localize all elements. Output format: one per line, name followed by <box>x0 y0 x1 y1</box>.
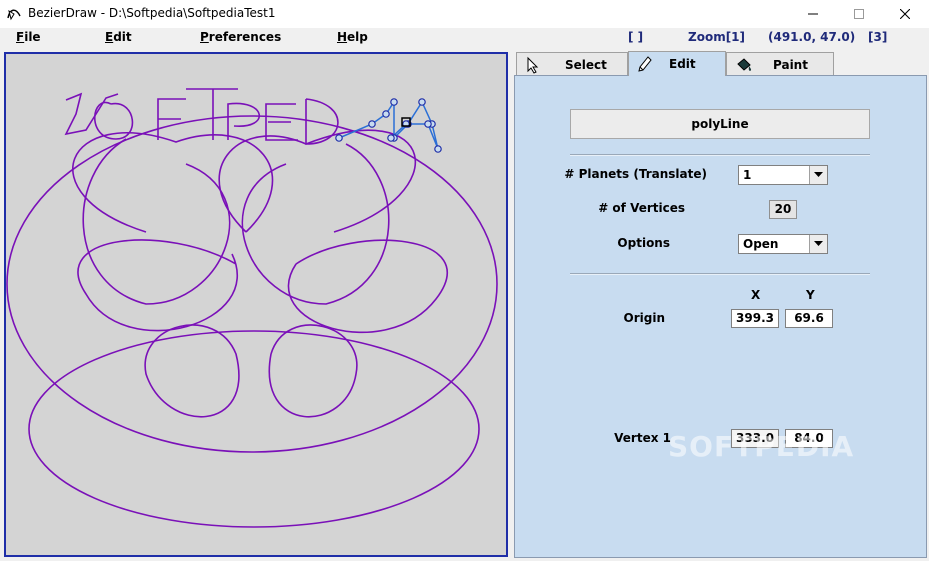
tab-select[interactable]: Select <box>516 52 628 75</box>
column-x-header: X <box>751 288 761 302</box>
letter-t <box>186 88 238 140</box>
cursor-icon <box>527 56 539 74</box>
title-bar: BezierDraw - D:\Softpedia\SoftpediaTest1 <box>0 0 929 28</box>
menu-edit[interactable]: Edit <box>105 30 132 44</box>
tab-paint-label: Paint <box>773 58 808 72</box>
vertex-handle[interactable] <box>387 134 395 142</box>
letter-e <box>265 103 298 141</box>
tab-edit-label: Edit <box>669 57 696 71</box>
paint-bucket-icon <box>737 58 752 71</box>
status-count: [3] <box>868 30 888 44</box>
drawing-surface[interactable] <box>6 54 506 555</box>
left-petal <box>77 239 239 332</box>
zoom-indicator: Zoom[1] <box>688 30 746 44</box>
letter-s <box>64 92 119 136</box>
right-loop <box>241 143 390 305</box>
origin-label: Origin <box>623 311 665 325</box>
vertex-handle[interactable] <box>382 110 390 118</box>
left-loop <box>82 138 231 305</box>
planets-select[interactable]: 1 <box>738 165 828 185</box>
chevron-down-icon <box>814 172 823 177</box>
vertices-count: 20 <box>769 200 797 219</box>
divider <box>570 154 870 156</box>
options-label: Options <box>617 236 670 250</box>
vertex-handle[interactable] <box>368 120 376 128</box>
drawn-shapes <box>6 88 498 528</box>
options-value: Open <box>743 237 779 251</box>
tool-panel: Select Edit Paint polyLine # Planets (Tr… <box>512 48 927 558</box>
minimize-icon <box>808 13 818 15</box>
shape-type-heading: polyLine <box>570 109 870 139</box>
lower-left-petal <box>144 324 240 418</box>
planets-label: # Planets (Translate) <box>564 167 707 181</box>
app-icon <box>7 9 21 21</box>
maximize-button[interactable] <box>837 0 883 28</box>
divider <box>570 273 870 275</box>
edit-panel: polyLine # Planets (Translate) 1 # of Ve… <box>514 75 927 558</box>
vertex-handle[interactable] <box>424 120 432 128</box>
lower-ellipse <box>28 330 480 528</box>
drawing-canvas[interactable] <box>4 52 508 557</box>
vertices-label: # of Vertices <box>598 201 685 215</box>
letter-p <box>227 102 261 140</box>
dropdown-button[interactable] <box>809 166 827 184</box>
pencil-icon <box>638 56 652 72</box>
chevron-down-icon <box>814 241 823 246</box>
menu-file[interactable]: File <box>16 30 41 44</box>
watermark: SOFTPEDIA <box>668 430 855 463</box>
origin-y-field[interactable]: 69.6 <box>785 309 833 328</box>
menu-bar: File Edit Preferences Help [ ] Zoom[1] (… <box>0 28 929 48</box>
vertex-handle[interactable] <box>390 98 398 106</box>
vertex-handle[interactable] <box>434 145 442 153</box>
tab-paint[interactable]: Paint <box>726 52 834 75</box>
polyline-path <box>338 99 439 150</box>
maximize-icon <box>854 9 864 19</box>
letter-f <box>157 98 186 140</box>
dropdown-button[interactable] <box>809 235 827 253</box>
upper-right-loop <box>218 129 417 233</box>
tab-edit[interactable]: Edit <box>628 51 726 76</box>
column-y-header: Y <box>806 288 815 302</box>
window-title: BezierDraw - D:\Softpedia\SoftpediaTest1 <box>28 6 276 20</box>
close-button[interactable] <box>883 0 929 28</box>
origin-x-field[interactable]: 399.3 <box>731 309 779 328</box>
options-select[interactable]: Open <box>738 234 828 254</box>
menu-help[interactable]: Help <box>337 30 368 44</box>
menu-preferences[interactable]: Preferences <box>200 30 281 44</box>
minimize-button[interactable] <box>791 0 837 28</box>
vertex-handle[interactable] <box>418 98 426 106</box>
tab-select-label: Select <box>565 58 607 72</box>
close-icon <box>900 9 910 19</box>
vertex-handle[interactable] <box>335 134 343 142</box>
planets-value: 1 <box>743 168 752 182</box>
status-brackets: [ ] <box>628 30 644 44</box>
right-petal <box>287 239 448 333</box>
vertex-label: Vertex 1 <box>614 431 671 445</box>
cursor-coordinates: (491.0, 47.0) <box>768 30 856 44</box>
